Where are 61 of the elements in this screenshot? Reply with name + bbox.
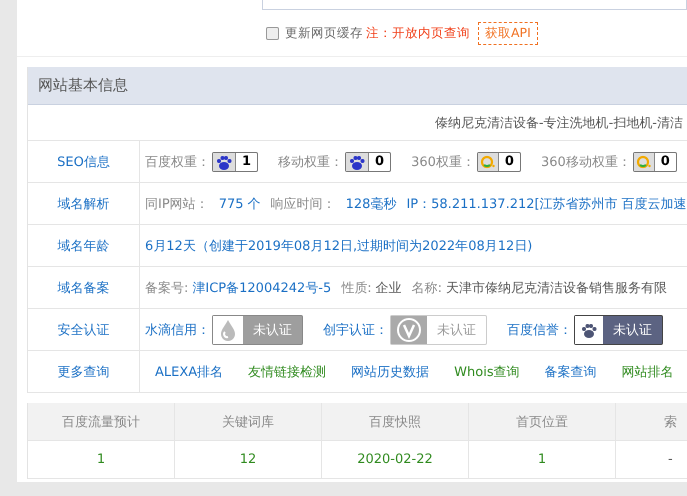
row-label: SEO信息 <box>28 141 140 182</box>
column-header: 百度流量预计 <box>28 403 175 441</box>
weight-label: 移动权重： <box>278 154 344 170</box>
query-link[interactable]: 友情链接检测 <box>248 362 326 380</box>
table-cell: 1 <box>469 441 616 479</box>
column-header: 百度快照 <box>322 403 469 441</box>
drop-icon <box>218 318 238 342</box>
query-link[interactable]: 网站排名 <box>622 362 674 380</box>
field-value: 128毫秒 <box>346 196 396 212</box>
section-header: 网站基本信息 <box>28 67 687 105</box>
api-button[interactable]: 获取API <box>478 22 538 45</box>
table-cell: 12 <box>175 441 322 479</box>
v-badge-icon <box>396 316 422 342</box>
field-label: 备案号: <box>145 280 188 296</box>
cert-badge: 未认证 <box>390 314 487 344</box>
cert-badge: 未认证 <box>212 314 303 344</box>
ip-text: IP：58.211.137.212[江苏省苏州市 百度云加速 <box>406 196 687 212</box>
domain-age-text: 6月12天（创建于2019年08月12日,过期时间为2022年08月12日) <box>145 238 532 254</box>
row-label: 域名年龄 <box>28 225 140 266</box>
weight-badge: 0 <box>476 152 521 172</box>
field-value: 津ICP备12004242号-5 <box>192 280 332 296</box>
ring-icon <box>480 154 496 170</box>
ring-icon <box>636 154 652 170</box>
table-cell: 2020-02-22 <box>322 441 469 479</box>
field-value: 企业 <box>376 280 402 296</box>
row-label: 安全认证 <box>28 309 140 350</box>
weight-label: 百度权重： <box>145 154 210 170</box>
column-header: 索 <box>616 403 687 441</box>
cert-badge: 未认证 <box>574 314 663 344</box>
cert-label: 创宇认证： <box>323 322 388 338</box>
weight-badge: 0 <box>632 152 677 172</box>
table-cell: - <box>616 441 687 479</box>
cert-label: 水滴信用： <box>145 322 210 338</box>
query-link[interactable]: 网站历史数据 <box>351 362 430 380</box>
site-title: 傣纳尼克清洁设备-专注洗地机-扫地机-清洁 <box>434 114 683 132</box>
field-label: 性质: <box>341 280 372 296</box>
weight-label: 360移动权重： <box>540 154 631 170</box>
paw-icon <box>348 154 366 170</box>
query-link[interactable]: ALEXA排名 <box>155 362 224 380</box>
field-label: 名称: <box>412 280 442 296</box>
paw-icon <box>215 154 233 170</box>
field-label: 同IP网站： <box>145 196 209 212</box>
field-value: 775 个 <box>218 196 261 212</box>
field-label: 响应时间： <box>270 196 336 212</box>
column-header: 首页位置 <box>469 403 616 441</box>
field-value: 天津市傣纳尼克清洁设备销售服务有限 <box>446 280 668 296</box>
row-label: 域名解析 <box>28 183 140 224</box>
row-label: 域名备案 <box>28 267 140 308</box>
query-link[interactable]: Whois查询 <box>454 362 520 380</box>
table-cell: 1 <box>28 441 175 479</box>
query-link[interactable]: 备案查询 <box>544 362 597 380</box>
checkbox-label: 更新网页缓存 <box>285 25 363 42</box>
cert-label: 百度信誉： <box>507 322 572 338</box>
weight-badge: 0 <box>345 152 392 172</box>
weight-badge: 1 <box>212 152 258 172</box>
note-text: 注：开放内页查询 <box>366 25 470 42</box>
row-label: 更多查询 <box>28 351 140 392</box>
column-header: 关键词库 <box>175 403 322 441</box>
weight-label: 360权重： <box>411 154 475 170</box>
paw-icon <box>580 322 598 338</box>
checkbox[interactable] <box>266 27 279 40</box>
